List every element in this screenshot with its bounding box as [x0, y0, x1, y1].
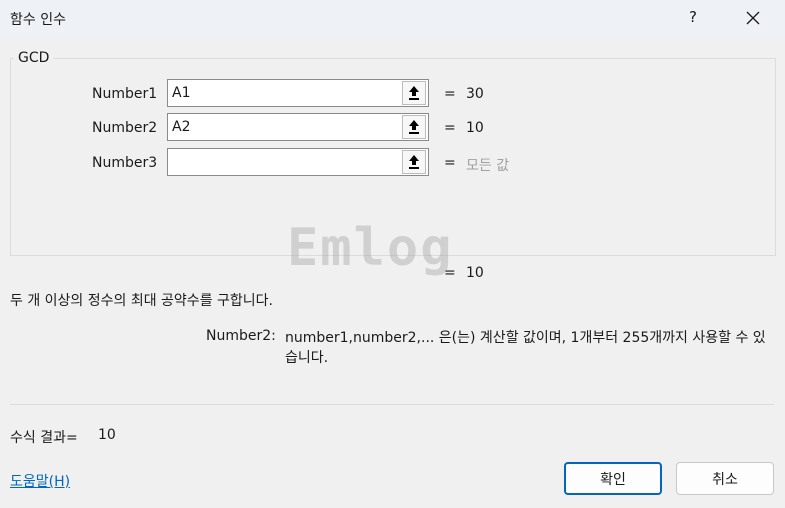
argument-result-number3: 모든 값 — [466, 158, 510, 174]
argument-label-number2: Number2 — [92, 120, 158, 136]
ref-select-button-number1[interactable] — [402, 81, 426, 105]
argument-field-number2[interactable] — [167, 113, 429, 141]
argument-field-number1[interactable] — [167, 79, 429, 107]
argument-input-number3[interactable] — [168, 149, 400, 175]
function-result-value: 10 — [466, 265, 484, 281]
cancel-button[interactable]: 취소 — [676, 462, 774, 495]
formula-result-label: 수식 결과= — [10, 430, 78, 446]
argument-result-number2: 10 — [466, 120, 484, 136]
close-button[interactable] — [744, 9, 762, 27]
function-description: 두 개 이상의 정수의 최대 공약수를 구합니다. — [10, 293, 273, 309]
argument-result-number1: 30 — [466, 86, 484, 102]
equals-sign: = — [444, 120, 456, 136]
watermark: Emlog — [287, 218, 454, 278]
ref-select-button-number3[interactable] — [402, 150, 426, 174]
formula-result-value: 10 — [98, 427, 116, 443]
close-icon — [746, 11, 760, 25]
help-button[interactable]: ? — [689, 8, 697, 26]
argument-help-name: Number2: — [206, 328, 276, 344]
argument-label-number3: Number3 — [92, 155, 158, 171]
title-bar: 함수 인수 ? — [0, 0, 785, 38]
ok-button[interactable]: 확인 — [564, 462, 662, 495]
collapse-dialog-arrow-icon — [409, 155, 419, 169]
equals-sign: = — [444, 155, 456, 171]
argument-field-number3[interactable] — [167, 148, 429, 176]
argument-input-number1[interactable] — [168, 80, 400, 106]
equals-sign: = — [444, 265, 456, 281]
dialog-title: 함수 인수 — [10, 12, 66, 28]
collapse-dialog-arrow-icon — [409, 86, 419, 100]
argument-help-text: number1,number2,... 은(는) 계산할 값이며, 1개부터 2… — [285, 330, 766, 366]
divider — [10, 404, 774, 405]
argument-label-number1: Number1 — [92, 86, 158, 102]
help-link[interactable]: 도움말(H) — [10, 471, 70, 491]
collapse-dialog-arrow-icon — [409, 120, 419, 134]
ref-select-button-number2[interactable] — [402, 115, 426, 139]
function-name: GCD — [14, 50, 54, 66]
equals-sign: = — [444, 86, 456, 102]
argument-input-number2[interactable] — [168, 114, 400, 140]
